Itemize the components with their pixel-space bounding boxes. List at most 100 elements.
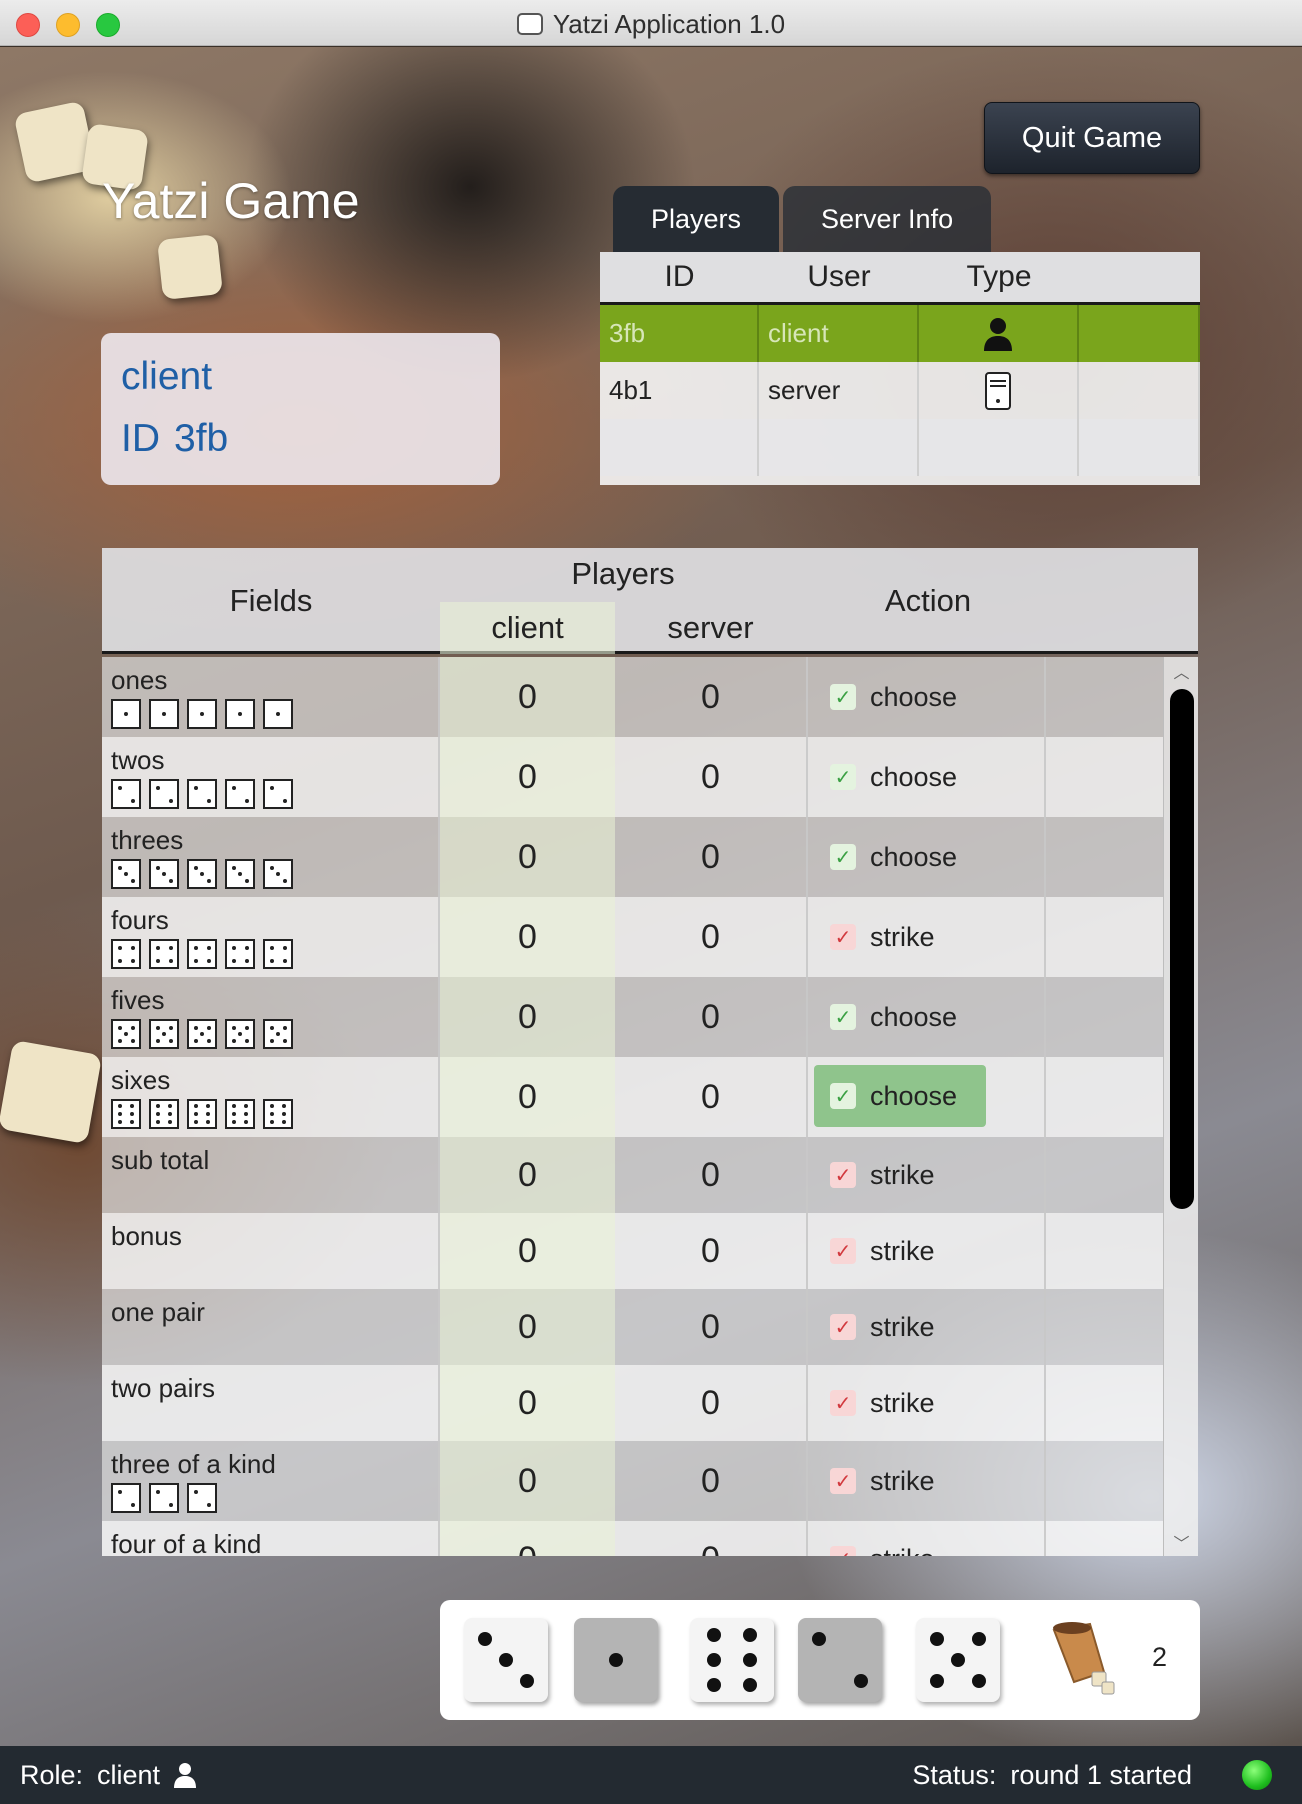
status-label: Status: <box>912 1760 997 1790</box>
die-pip <box>282 1025 287 1030</box>
window-titlebar: Yatzi Application 1.0 <box>0 0 1302 46</box>
die-pip <box>193 1038 198 1043</box>
role-indicator: Role: client <box>20 1760 210 1795</box>
score-table-header: Fields Players client server Action <box>102 548 1198 654</box>
die-face-icon <box>263 699 293 729</box>
column-divider <box>1044 977 1046 1057</box>
field-dice-icons <box>111 1483 225 1513</box>
die-pip <box>193 1489 198 1494</box>
table-row[interactable]: sub total 0 0 ✓ strike <box>102 1137 1163 1213</box>
table-row[interactable]: bonus 0 0 ✓ strike <box>102 1213 1163 1289</box>
table-row[interactable]: threes 0 0 ✓ choose <box>102 817 1163 897</box>
die-pip <box>168 1025 173 1030</box>
die-face-icon <box>187 859 217 889</box>
table-row[interactable]: two pairs 0 0 ✓ strike <box>102 1365 1163 1441</box>
client-score: 0 <box>440 1213 615 1289</box>
strike-action-button[interactable]: ✓ strike <box>830 1137 935 1213</box>
die-pip <box>269 865 274 870</box>
score-table-body[interactable]: ones 0 0 ✓ choose twos 0 0 ✓ choose threes 0 0 ✓ choos… <box>102 657 1163 1556</box>
die-pip <box>270 1112 275 1116</box>
die-4-held[interactable] <box>790 1610 890 1710</box>
die-face-icon <box>225 1019 255 1049</box>
die-pip <box>124 712 128 716</box>
strike-action-button[interactable]: ✓ strike <box>830 1441 935 1521</box>
strike-action-button[interactable]: ✓ strike <box>830 897 935 977</box>
die-face-icon <box>187 1019 217 1049</box>
die-2-held[interactable] <box>566 1610 666 1710</box>
strike-action-button[interactable]: ✓ strike <box>830 1289 935 1365</box>
choose-action-button[interactable]: ✓ choose <box>830 817 957 897</box>
die-face-icon <box>111 1099 141 1129</box>
scroll-up-arrow-icon[interactable]: ︿ <box>1164 659 1198 683</box>
column-header-user[interactable]: User <box>759 252 919 302</box>
table-row[interactable]: fives 0 0 ✓ choose <box>102 977 1163 1057</box>
server-score: 0 <box>701 917 720 956</box>
die-pip <box>854 1674 868 1688</box>
table-row[interactable]: fours 0 0 ✓ strike <box>102 897 1163 977</box>
check-icon: ✓ <box>830 1546 856 1556</box>
column-divider <box>806 897 808 977</box>
scrollbar-thumb[interactable] <box>1170 689 1194 1209</box>
column-divider <box>806 1289 808 1365</box>
die-3[interactable] <box>690 1618 774 1702</box>
players-table-header: ID User Type <box>600 252 1200 305</box>
table-row[interactable]: one pair 0 0 ✓ strike <box>102 1289 1163 1365</box>
die-face-icon <box>225 1099 255 1129</box>
die-1[interactable] <box>464 1618 548 1702</box>
column-header-fields[interactable]: Fields <box>102 548 440 654</box>
server-score: 0 <box>701 1155 720 1194</box>
die-face-icon <box>111 859 141 889</box>
column-divider <box>806 1057 808 1137</box>
die-face-icon <box>149 1019 179 1049</box>
die-pip <box>244 945 249 950</box>
die-5[interactable] <box>916 1618 1000 1702</box>
scroll-down-arrow-icon[interactable]: ﹀ <box>1164 1530 1198 1554</box>
column-header-client[interactable]: client <box>440 602 615 654</box>
column-header-empty <box>1079 252 1200 302</box>
server-score: 0 <box>701 677 720 716</box>
choose-action-button[interactable]: ✓ choose <box>830 657 957 737</box>
table-row[interactable]: 4b1 server <box>600 362 1200 419</box>
die-pip <box>155 1025 160 1030</box>
column-header-type[interactable]: Type <box>919 252 1079 302</box>
table-row[interactable]: 3fb client <box>600 305 1200 362</box>
die-face-icon <box>111 699 141 729</box>
die-pip <box>281 1104 286 1109</box>
choose-action-button[interactable]: ✓ choose <box>814 1065 986 1127</box>
field-dice-icons <box>111 939 301 969</box>
game-status: Status: round 1 started <box>898 1760 1192 1791</box>
die-pip <box>168 1502 173 1507</box>
die-pip <box>205 1104 210 1109</box>
table-row[interactable]: three of a kind 0 0 ✓ strike <box>102 1441 1163 1521</box>
player-user-cell: client <box>759 305 919 362</box>
column-header-players: Players <box>571 556 675 591</box>
player-id-cell: 3fb <box>600 305 759 362</box>
die-pip <box>194 1119 199 1124</box>
tab-server-info[interactable]: Server Info <box>783 186 992 252</box>
check-icon: ✓ <box>830 1314 856 1340</box>
dice-cup-icon[interactable] <box>1044 1620 1122 1700</box>
strike-action-button[interactable]: ✓ strike <box>830 1365 935 1441</box>
choose-action-button[interactable]: ✓ choose <box>830 737 957 817</box>
table-row[interactable]: sixes 0 0 ✓ choose <box>102 1057 1163 1137</box>
table-row[interactable]: four of a kind 00 ✓ strike <box>102 1521 1163 1556</box>
column-header-action[interactable]: Action <box>806 548 1050 654</box>
strike-action-button[interactable]: ✓ strike <box>830 1521 935 1556</box>
die-pip <box>130 1025 135 1030</box>
table-row[interactable]: ones 0 0 ✓ choose <box>102 657 1163 737</box>
score-table-scrollbar[interactable]: ︿ ﹀ <box>1163 657 1198 1556</box>
field-name: three of a kind <box>111 1449 276 1479</box>
column-header-id[interactable]: ID <box>600 252 759 302</box>
choose-action-button[interactable]: ✓ choose <box>830 977 957 1057</box>
field-name: four of a kind <box>111 1529 262 1556</box>
client-score: 0 <box>440 1365 615 1441</box>
die-pip <box>193 945 198 950</box>
connection-status-indicator <box>1242 1760 1272 1790</box>
quit-game-button[interactable]: Quit Game <box>984 102 1200 174</box>
column-header-server[interactable]: server <box>615 602 806 654</box>
strike-action-button[interactable]: ✓ strike <box>830 1213 935 1289</box>
die-face-icon <box>149 859 179 889</box>
die-pip <box>972 1674 986 1688</box>
table-row[interactable]: twos 0 0 ✓ choose <box>102 737 1163 817</box>
tab-players[interactable]: Players <box>613 186 780 252</box>
